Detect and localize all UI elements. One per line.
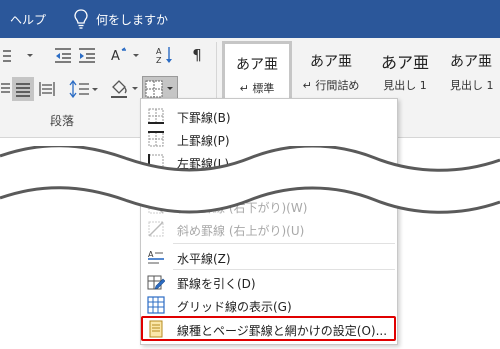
menu-item-label: 斜め罫線 (右上がり)(U) <box>177 224 305 238</box>
menu-item-label: グリッド線の表示(G) <box>177 300 292 314</box>
increase-indent-icon <box>79 48 95 63</box>
decrease-indent-icon <box>55 48 71 63</box>
decrease-indent-button[interactable] <box>52 44 74 66</box>
paint-bucket-icon <box>111 80 138 98</box>
style-heading-1[interactable]: あア亜 見出し 1 <box>370 41 440 101</box>
menu-separator <box>173 269 395 270</box>
styles-gallery: あア亜 ↵ 標準 あア亜 ↵ 行間詰め あア亜 見出し 1 あア亜 見出し 1 <box>222 41 500 103</box>
highlight-box <box>141 316 396 341</box>
style-sample: あア亜 <box>380 53 429 72</box>
diag-up-border-icon <box>148 221 164 237</box>
help-tab[interactable]: ヘルプ <box>10 11 46 28</box>
pilcrow-icon: ¶ <box>192 46 202 64</box>
style-sample: あア亜 <box>236 57 278 73</box>
line-spacing-icon <box>69 80 98 98</box>
style-name: 見出し 1 <box>450 79 494 92</box>
page-cut-wave <box>0 146 500 214</box>
increase-indent-button[interactable] <box>76 44 98 66</box>
justify-icon <box>16 83 30 97</box>
style-no-spacing[interactable]: あア亜 ↵ 行間詰め <box>296 41 366 101</box>
svg-text:A: A <box>156 47 162 56</box>
view-gridlines-icon <box>147 296 165 314</box>
distributed-icon <box>39 82 55 96</box>
menu-item-draw-table[interactable]: 罫線を引く(D) <box>141 271 397 293</box>
justify-button[interactable] <box>12 77 34 101</box>
align-left-button[interactable] <box>0 78 12 100</box>
line-spacing-button[interactable] <box>68 78 100 100</box>
menu-item-label: 水平線(Z) <box>177 252 231 266</box>
style-name: ↵ 標準 <box>239 82 275 95</box>
style-sample: あア亜 <box>310 54 352 70</box>
shading-button[interactable] <box>108 78 140 100</box>
menu-separator <box>173 243 395 244</box>
paragraph-group-label: 段落 <box>50 114 75 128</box>
asian-layout-icon: A <box>111 47 139 64</box>
title-bar: ヘルプ 何をしますか <box>0 0 500 38</box>
tell-me-search[interactable]: 何をしますか <box>96 11 168 28</box>
menu-item-label: 下罫線(B) <box>177 111 231 125</box>
asian-layout-button[interactable]: A <box>108 44 142 66</box>
bullets-icon <box>3 50 33 62</box>
menu-item-horizontal-line[interactable]: A 水平線(Z) <box>141 246 397 268</box>
bullets-dropdown[interactable] <box>0 44 42 66</box>
menu-item-diag-up-border[interactable]: 斜め罫線 (右上がり)(U) <box>141 218 397 240</box>
horizontal-line-icon: A <box>148 250 164 264</box>
svg-text:A: A <box>148 250 154 259</box>
svg-text:Z: Z <box>156 56 162 65</box>
draw-table-icon <box>147 275 165 290</box>
show-formatting-button[interactable]: ¶ <box>186 44 208 66</box>
menu-item-view-gridlines[interactable]: グリッド線の表示(G) <box>141 294 397 316</box>
menu-item-label: 罫線を引く(D) <box>177 277 256 291</box>
borders-dropdown-menu: 下罫線(B) 上罫線(P) 左罫線(L) 斜め罫線 (右下がり)(W) 斜め罫線… <box>140 98 398 345</box>
menu-item-bottom-border[interactable]: 下罫線(B) <box>141 105 397 127</box>
sort-button[interactable]: A Z <box>154 44 176 66</box>
svg-text:A: A <box>111 49 120 64</box>
style-normal[interactable]: あア亜 ↵ 標準 <box>222 41 292 101</box>
style-name: ↵ 行間詰め <box>302 79 360 92</box>
lightbulb-icon <box>74 9 88 29</box>
style-sample: あア亜 <box>450 54 492 70</box>
style-name: 見出し 1 <box>383 79 427 92</box>
sort-icon: A Z <box>156 47 172 65</box>
bottom-border-icon <box>148 108 164 124</box>
align-icon <box>1 83 10 93</box>
style-heading-1-alt[interactable]: あア亜 見出し 1 <box>444 41 500 101</box>
distributed-button[interactable] <box>36 78 58 100</box>
borders-icon <box>145 80 173 98</box>
